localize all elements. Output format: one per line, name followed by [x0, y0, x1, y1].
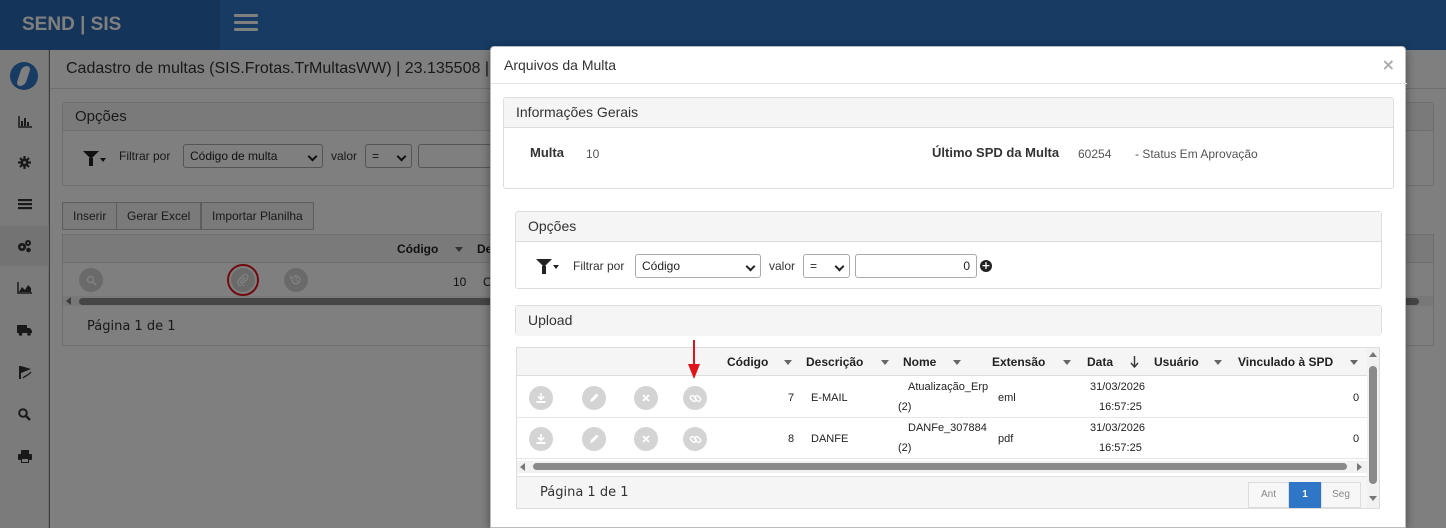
modal-options-panel: Opções Filtrar por Código valor = 0 +: [515, 211, 1382, 289]
row-codigo: 8: [788, 433, 795, 445]
scroll-right-icon[interactable]: [1357, 463, 1362, 471]
delete-icon[interactable]: [634, 386, 658, 410]
spd-value: 60254: [1078, 147, 1112, 161]
upload-pager: Página 1 de 1 Ant 1 Seg: [517, 476, 1367, 508]
pager-prev-button[interactable]: Ant: [1248, 482, 1289, 508]
modal-value-label: valor: [769, 259, 796, 273]
filter-icon[interactable]: [536, 259, 554, 275]
upload-title: Upload: [516, 306, 1381, 336]
upload-grid: Código Descrição Nome Extensão Data Usuá…: [516, 347, 1380, 509]
edit-icon[interactable]: [582, 427, 606, 451]
delete-icon[interactable]: [634, 427, 658, 451]
upload-grid-header: Código Descrição Nome Extensão Data Usuá…: [517, 348, 1367, 376]
link-icon[interactable]: [683, 386, 707, 410]
row-codigo: 7: [788, 392, 795, 404]
scroll-left-icon[interactable]: [520, 463, 525, 471]
modal-operator-select[interactable]: =: [803, 254, 850, 278]
general-info-panel: Informações Gerais Multa 10 Último SPD d…: [503, 97, 1394, 189]
spd-status: - Status Em Aprovação: [1135, 147, 1258, 161]
row-data-time: 16:57:25: [1099, 401, 1142, 413]
download-icon[interactable]: [529, 386, 553, 410]
row-vinculado: 0: [1353, 392, 1360, 404]
upload-vscroll-thumb[interactable]: [1369, 366, 1377, 484]
sort-desc-arrow-icon[interactable]: [1130, 356, 1139, 371]
annotation-arrow-icon: [688, 340, 700, 379]
modal-filter-field-select[interactable]: Código: [635, 254, 761, 278]
scroll-down-icon[interactable]: [1369, 496, 1377, 501]
pager-next-button[interactable]: Seg: [1321, 482, 1361, 508]
scroll-up-icon[interactable]: [1369, 352, 1377, 357]
row-nome-line2: (2): [898, 442, 912, 454]
row-nome-line1: Atualização_Erp: [908, 381, 989, 393]
files-modal: Arquivos da Multa × Informações Gerais M…: [490, 46, 1407, 528]
row-data-date: 31/03/2026: [1090, 381, 1146, 393]
col-usuario[interactable]: Usuário: [1154, 355, 1199, 369]
sort-icon[interactable]: [784, 360, 792, 365]
sort-icon[interactable]: [881, 360, 889, 365]
filter-caret-icon[interactable]: [553, 265, 559, 269]
close-icon[interactable]: ×: [1382, 57, 1395, 73]
col-vinculado[interactable]: Vinculado à SPD: [1238, 355, 1333, 369]
col-extensao[interactable]: Extensão: [992, 355, 1045, 369]
sort-icon[interactable]: [953, 360, 961, 365]
row-data-date: 31/03/2026: [1090, 422, 1146, 434]
table-row[interactable]: 7 E-MAIL Atualização_Erp (2) eml 31/03/2…: [517, 377, 1367, 418]
row-data-time: 16:57:25: [1099, 442, 1142, 454]
add-filter-icon[interactable]: +: [980, 260, 992, 272]
spd-label: Último SPD da Multa: [932, 145, 1060, 160]
row-nome-line2: (2): [898, 401, 912, 413]
upload-vertical-scrollbar[interactable]: [1367, 348, 1379, 508]
table-row[interactable]: 8 DANFE DANFe_307884 (2) pdf 31/03/2026 …: [517, 418, 1367, 459]
multa-label: Multa: [530, 145, 564, 160]
upload-horizontal-scrollbar[interactable]: [517, 461, 1367, 473]
multa-value: 10: [586, 147, 600, 161]
col-data[interactable]: Data: [1087, 355, 1113, 369]
sort-icon[interactable]: [1350, 360, 1358, 365]
row-extensao: eml: [998, 392, 1016, 404]
sort-icon[interactable]: [1063, 360, 1071, 365]
modal-title: Arquivos da Multa: [504, 57, 617, 73]
edit-icon[interactable]: [582, 386, 606, 410]
sort-icon[interactable]: [1214, 360, 1222, 365]
row-descricao: E-MAIL: [811, 392, 848, 404]
row-descricao: DANFE: [811, 433, 849, 445]
modal-filter-label: Filtrar por: [573, 259, 625, 273]
upload-pager-text: Página 1 de 1: [540, 485, 629, 500]
upload-hscroll-thumb[interactable]: [533, 463, 1347, 470]
row-extensao: pdf: [998, 433, 1014, 445]
modal-header-divider: [491, 83, 1407, 84]
modal-value-input[interactable]: 0: [855, 254, 977, 278]
link-icon[interactable]: [683, 427, 707, 451]
col-nome[interactable]: Nome: [903, 355, 936, 369]
pager-page-1-button[interactable]: 1: [1289, 482, 1321, 508]
download-icon[interactable]: [529, 427, 553, 451]
general-info-title: Informações Gerais: [504, 98, 1393, 128]
row-nome-line1: DANFe_307884: [908, 422, 987, 434]
modal-options-title: Opções: [516, 212, 1381, 242]
col-codigo[interactable]: Código: [727, 355, 768, 369]
row-vinculado: 0: [1353, 433, 1360, 445]
upload-panel: Upload: [515, 305, 1382, 336]
col-descricao[interactable]: Descrição: [806, 355, 863, 369]
